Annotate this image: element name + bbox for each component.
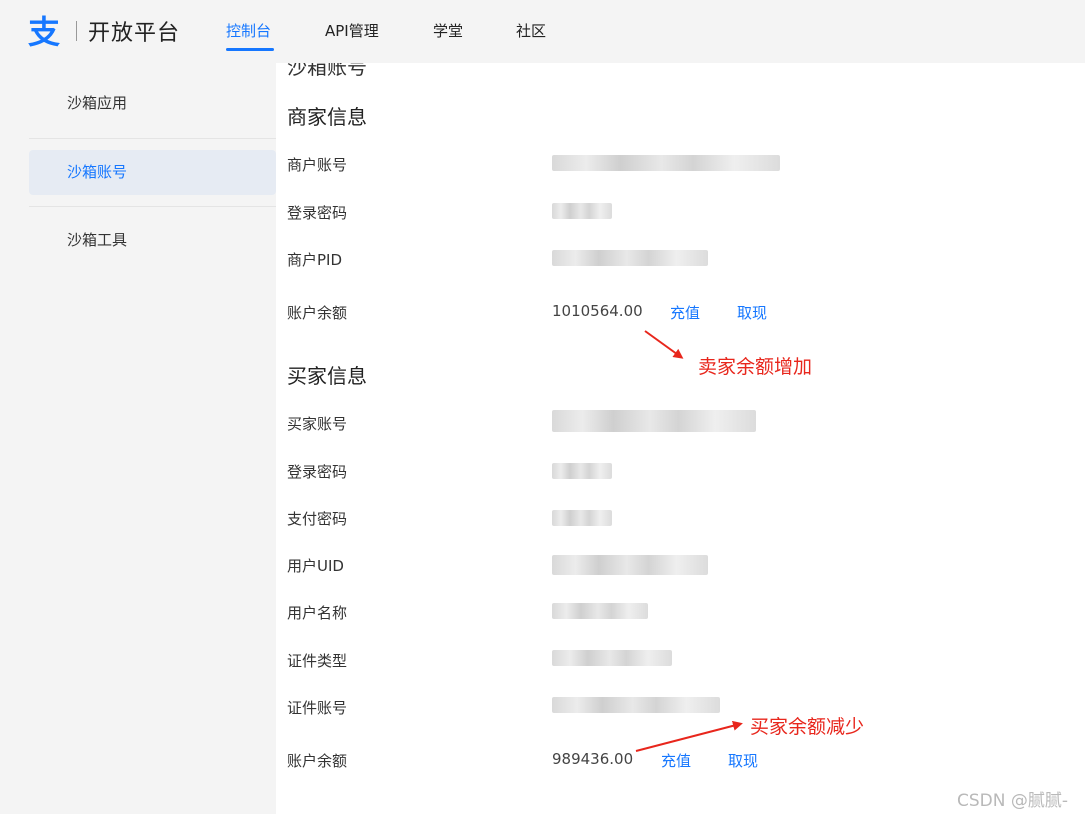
nav-api-management[interactable]: API管理 bbox=[325, 20, 379, 41]
buyer-uid-value-masked bbox=[552, 555, 708, 575]
page-heading-cut: 沙箱账号 bbox=[287, 63, 367, 79]
nav-community[interactable]: 社区 bbox=[516, 20, 546, 41]
merchant-pid-value-masked bbox=[552, 250, 708, 266]
merchant-balance-label: 账户余额 bbox=[287, 304, 348, 322]
top-navbar: 支 开放平台 控制台 API管理 学堂 社区 bbox=[0, 0, 1085, 63]
buyer-balance-annotation: 买家余额减少 bbox=[750, 716, 865, 738]
buyer-recharge-link[interactable]: 充值 bbox=[661, 750, 691, 771]
buyer-pay-password-value-masked bbox=[552, 510, 612, 526]
buyer-name-label: 用户名称 bbox=[287, 604, 348, 622]
buyer-account-value-masked bbox=[552, 410, 756, 432]
merchant-password-label: 登录密码 bbox=[287, 204, 348, 222]
merchant-account-label: 商户账号 bbox=[287, 156, 348, 174]
nav-active-indicator bbox=[226, 48, 274, 51]
buyer-login-password-label: 登录密码 bbox=[287, 463, 348, 481]
buyer-id-type-value-masked bbox=[552, 650, 672, 666]
logo-divider bbox=[76, 21, 77, 41]
sidebar-item-sandbox-account[interactable]: 沙箱账号 bbox=[29, 150, 276, 195]
buyer-section-title: 买家信息 bbox=[287, 364, 367, 388]
sidebar-divider bbox=[29, 138, 276, 139]
seller-balance-annotation: 卖家余额增加 bbox=[698, 356, 813, 378]
merchant-pid-label: 商户PID bbox=[287, 251, 343, 269]
platform-title: 开放平台 bbox=[88, 21, 181, 46]
buyer-withdraw-link[interactable]: 取现 bbox=[728, 750, 758, 771]
merchant-section-title: 商家信息 bbox=[287, 105, 367, 129]
buyer-uid-label: 用户UID bbox=[287, 557, 344, 575]
merchant-account-value-masked bbox=[552, 155, 780, 171]
merchant-withdraw-link[interactable]: 取现 bbox=[737, 302, 767, 323]
nav-academy[interactable]: 学堂 bbox=[433, 20, 463, 41]
merchant-password-value-masked bbox=[552, 203, 612, 219]
alipay-logo-icon[interactable]: 支 bbox=[26, 12, 66, 48]
buyer-name-value-masked bbox=[552, 603, 648, 619]
sidebar: 沙箱应用 沙箱账号 沙箱工具 bbox=[0, 63, 276, 814]
sidebar-item-sandbox-app[interactable]: 沙箱应用 bbox=[29, 81, 276, 126]
sidebar-item-sandbox-tools[interactable]: 沙箱工具 bbox=[29, 218, 276, 263]
buyer-id-type-label: 证件类型 bbox=[287, 652, 348, 670]
svg-text:支: 支 bbox=[28, 13, 60, 48]
buyer-balance-label: 账户余额 bbox=[287, 752, 348, 770]
main-panel: 沙箱账号 商家信息 商户账号 登录密码 商户PID 账户余额 1010564.0… bbox=[276, 63, 1085, 814]
buyer-pay-password-label: 支付密码 bbox=[287, 510, 348, 528]
buyer-account-label: 买家账号 bbox=[287, 415, 348, 433]
merchant-recharge-link[interactable]: 充值 bbox=[670, 302, 700, 323]
merchant-balance-value: 1010564.00 bbox=[552, 302, 643, 320]
csdn-watermark: CSDN @腻腻- bbox=[957, 791, 1069, 811]
buyer-balance-value: 989436.00 bbox=[552, 750, 634, 768]
sidebar-divider bbox=[29, 206, 276, 207]
buyer-id-number-label: 证件账号 bbox=[287, 699, 348, 717]
buyer-login-password-value-masked bbox=[552, 463, 612, 479]
nav-console[interactable]: 控制台 bbox=[226, 20, 271, 41]
buyer-id-number-value-masked bbox=[552, 697, 720, 713]
